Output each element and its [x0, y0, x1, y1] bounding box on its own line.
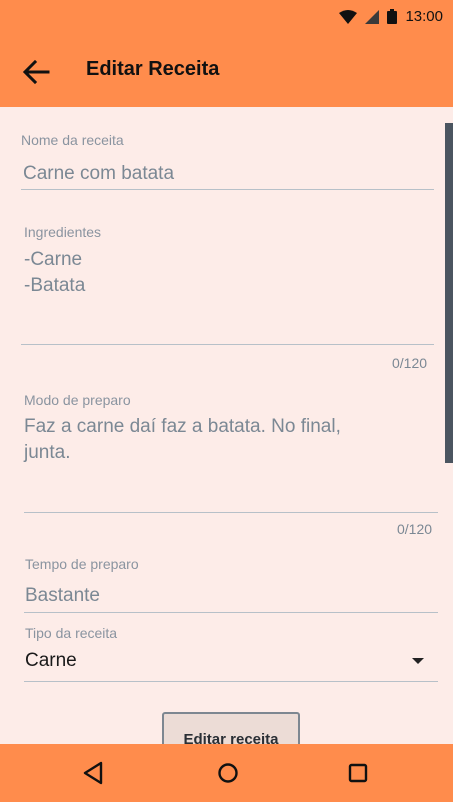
- preparation-label: Modo de preparo: [24, 392, 131, 408]
- page-title: Editar Receita: [86, 58, 220, 80]
- system-nav-bar: [0, 744, 453, 802]
- status-icons: 13:00: [339, 8, 443, 25]
- ingredients-label: Ingredientes: [24, 224, 102, 240]
- scrollbar[interactable]: [445, 123, 453, 463]
- status-time: 13:00: [405, 8, 443, 25]
- recipe-name-input[interactable]: Carne com batata: [23, 161, 174, 187]
- arrow-left-icon[interactable]: [20, 58, 52, 86]
- home-circle-icon[interactable]: [217, 761, 239, 785]
- back-triangle-icon[interactable]: [82, 761, 104, 785]
- recents-square-icon[interactable]: [347, 761, 369, 785]
- status-bar: 13:00: [0, 0, 453, 36]
- signal-icon: [365, 9, 380, 24]
- ingredients-underline: [21, 344, 434, 345]
- edit-recipe-button[interactable]: Editar receita: [162, 712, 300, 744]
- recipe-type-label: Tipo da receita: [25, 625, 118, 641]
- ingredients-input[interactable]: -Carne -Batata: [24, 247, 85, 299]
- recipe-name-underline: [21, 189, 434, 190]
- preparation-counter: 0/120: [397, 521, 433, 537]
- prep-time-underline: [24, 612, 438, 613]
- ingredients-field[interactable]: Ingredientes -Carne -Batata: [21, 224, 434, 346]
- preparation-input[interactable]: Faz a carne daí faz a batata. No final, …: [24, 414, 341, 466]
- prep-time-field[interactable]: Tempo de preparo Bastante: [24, 556, 438, 614]
- prep-time-label: Tempo de preparo: [25, 556, 139, 572]
- chevron-down-icon[interactable]: [412, 658, 424, 664]
- app-bar: Editar Receita: [0, 36, 453, 107]
- preparation-underline: [24, 512, 438, 513]
- recipe-type-underline: [24, 681, 438, 682]
- recipe-type-value: Carne: [25, 650, 77, 671]
- wifi-icon: [339, 9, 358, 24]
- recipe-name-field[interactable]: Nome da receita Carne com batata: [21, 132, 434, 190]
- prep-time-input[interactable]: Bastante: [25, 583, 100, 609]
- recipe-type-select[interactable]: Tipo da receita Carne: [24, 625, 438, 683]
- battery-icon: [387, 9, 398, 24]
- form-content: Nome da receita Carne com batata Ingredi…: [0, 107, 453, 744]
- preparation-field[interactable]: Modo de preparo Faz a carne daí faz a ba…: [24, 392, 438, 514]
- recipe-name-label: Nome da receita: [21, 132, 124, 148]
- ingredients-counter: 0/120: [392, 355, 428, 371]
